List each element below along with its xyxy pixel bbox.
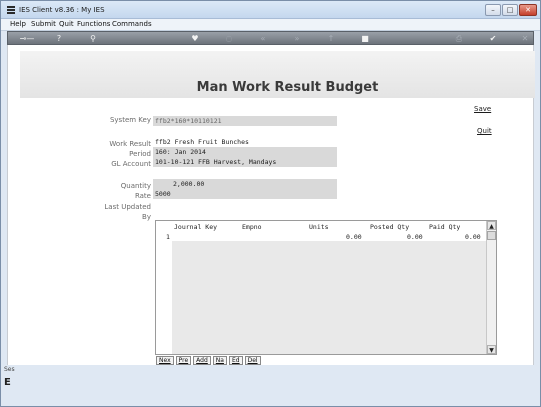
forward-icon[interactable]: » <box>290 33 304 44</box>
last-updated-field <box>153 200 337 210</box>
status-bar: Ses E <box>1 365 540 406</box>
status-text: Ses <box>4 366 15 373</box>
row-units[interactable]: 0.00 <box>346 233 362 241</box>
header-band: Man Work Result Budget <box>20 51 535 98</box>
work-result-field[interactable]: ffb2 Fresh Fruit Bunches <box>153 137 337 147</box>
period-field[interactable]: 160: Jan 2014 <box>153 147 337 157</box>
close-icon[interactable]: ✕ <box>518 33 532 44</box>
toolbar: ⊸— ? ⚲ ♥ ◌ « » ↑ ■ ⎙ ✔ ✕ <box>7 31 534 45</box>
key-icon[interactable]: ⊸— <box>16 33 38 44</box>
grid-row-numbers <box>156 231 172 354</box>
rate-label: Rate <box>134 192 151 200</box>
previous-button[interactable]: Pre <box>175 356 192 365</box>
col-journal-key[interactable]: Journal Key <box>174 223 217 231</box>
window-title: IES Client v8.36 : My IES <box>19 6 105 14</box>
row-paid-qty[interactable]: 0.00 <box>465 233 481 241</box>
stop-icon[interactable]: ■ <box>358 33 372 44</box>
col-posted-qty[interactable]: Posted Qty <box>370 223 409 231</box>
add-button[interactable]: Add <box>193 356 211 365</box>
work-result-label: Work Result <box>109 140 151 148</box>
quit-link[interactable]: Quit <box>477 127 492 135</box>
system-key-label: System Key <box>109 116 151 124</box>
menu-help[interactable]: Help <box>10 20 26 28</box>
menu-functions[interactable]: Functions <box>77 20 110 28</box>
menu-submit[interactable]: Submit <box>31 20 56 28</box>
next-button[interactable]: Nex <box>156 356 174 365</box>
grid-buttons: Nex Pre Add Na Ed Del <box>156 356 261 365</box>
maximize-button[interactable]: □ <box>502 4 518 16</box>
row-number: 1 <box>166 233 170 241</box>
journal-grid[interactable]: Journal Key Empno Units Posted Qty Paid … <box>155 220 497 355</box>
row-posted-qty[interactable]: 0.00 <box>407 233 423 241</box>
by-field <box>153 210 337 220</box>
grid-scrollbar[interactable]: ▲ ▼ <box>486 221 496 354</box>
na-button[interactable]: Na <box>212 356 227 365</box>
menu-bar: Help Submit Quit Functions Commands <box>1 19 540 31</box>
rate-field[interactable]: 5000 <box>153 189 337 199</box>
col-units[interactable]: Units <box>309 223 329 231</box>
refresh-icon[interactable]: ◌ <box>222 33 236 44</box>
gl-account-field[interactable]: 101-10-121 FFB Harvest, Mandays <box>153 157 337 167</box>
title-bar: IES Client v8.36 : My IES – □ ✕ <box>1 1 540 19</box>
search-icon[interactable]: ⚲ <box>86 33 100 44</box>
system-key-field[interactable]: ffb2*160*10110121 <box>153 116 337 126</box>
upload-icon[interactable]: ↑ <box>324 33 338 44</box>
minimize-button[interactable]: – <box>485 4 501 16</box>
check-icon[interactable]: ✔ <box>486 33 500 44</box>
status-glyph: E <box>4 377 11 388</box>
grid-header: Journal Key Empno Units Posted Qty Paid … <box>156 221 486 231</box>
app-menu-icon[interactable] <box>6 5 16 15</box>
app-window: IES Client v8.36 : My IES – □ ✕ Help Sub… <box>0 0 541 407</box>
menu-quit[interactable]: Quit <box>59 20 74 28</box>
delete-button[interactable]: Del <box>244 356 261 365</box>
last-updated-label: Last Updated <box>104 203 151 211</box>
rewind-icon[interactable]: « <box>256 33 270 44</box>
heart-icon[interactable]: ♥ <box>188 33 202 44</box>
scroll-thumb[interactable] <box>487 231 496 240</box>
close-window-button[interactable]: ✕ <box>519 4 537 16</box>
col-empno[interactable]: Empno <box>242 223 262 231</box>
col-paid-qty[interactable]: Paid Qty <box>429 223 460 231</box>
save-link[interactable]: Save <box>474 105 491 113</box>
quantity-field[interactable]: 2,000.00 <box>153 179 337 189</box>
edit-button[interactable]: Ed <box>228 356 243 365</box>
page-title: Man Work Result Budget <box>196 80 379 95</box>
table-row[interactable] <box>172 231 486 241</box>
period-label: Period <box>129 150 151 158</box>
gl-account-label: GL Account <box>111 160 151 168</box>
print-icon[interactable]: ⎙ <box>452 33 466 44</box>
grid-body <box>172 231 486 354</box>
menu-commands[interactable]: Commands <box>112 20 152 28</box>
scroll-down-icon[interactable]: ▼ <box>487 345 496 354</box>
by-label: By <box>142 213 151 221</box>
help-icon[interactable]: ? <box>52 33 66 44</box>
quantity-label: Quantity <box>120 182 151 190</box>
scroll-up-icon[interactable]: ▲ <box>487 221 496 230</box>
